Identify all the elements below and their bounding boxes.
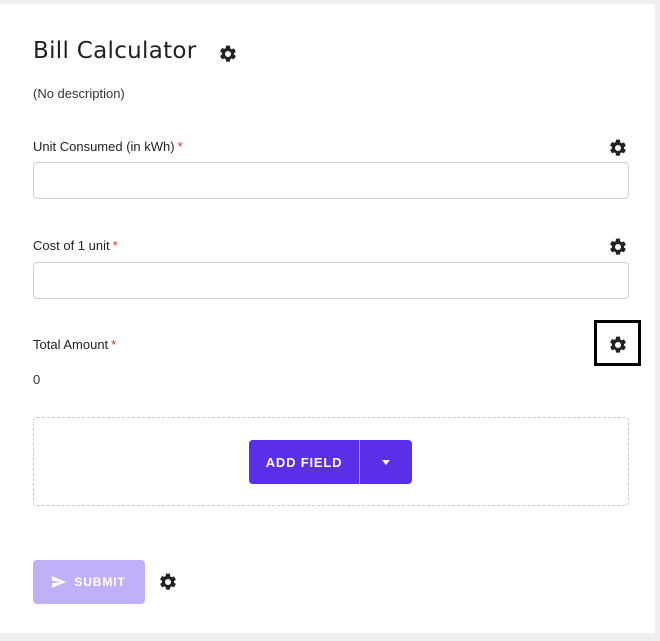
- total-amount-value: 0: [33, 372, 41, 387]
- page-title: Bill Calculator: [33, 38, 197, 64]
- cost-per-unit-input[interactable]: [33, 262, 629, 299]
- gear-icon[interactable]: [608, 335, 628, 355]
- submit-button-label: SUBMIT: [74, 575, 126, 589]
- required-asterisk: *: [177, 139, 183, 154]
- add-field-button[interactable]: ADD FIELD: [249, 440, 360, 484]
- form-description: (No description): [33, 86, 125, 101]
- form-header: Bill Calculator: [33, 38, 197, 64]
- required-asterisk: *: [112, 238, 118, 253]
- gear-icon[interactable]: [608, 237, 628, 257]
- add-field-button-group: ADD FIELD: [249, 440, 412, 484]
- unit-consumed-label-text: Unit Consumed (in kWh): [33, 139, 175, 154]
- total-amount-label-text: Total Amount: [33, 337, 109, 352]
- cost-per-unit-label-text: Cost of 1 unit: [33, 238, 110, 253]
- send-icon: [52, 576, 67, 588]
- gear-icon[interactable]: [218, 44, 238, 64]
- gear-icon[interactable]: [608, 138, 628, 158]
- chevron-down-icon: [382, 459, 390, 465]
- gear-icon[interactable]: [158, 572, 178, 592]
- submit-button[interactable]: SUBMIT: [33, 560, 145, 604]
- cost-per-unit-label: Cost of 1 unit *: [33, 238, 118, 253]
- unit-consumed-label: Unit Consumed (in kWh) *: [33, 139, 183, 154]
- add-field-dropdown-button[interactable]: [360, 440, 412, 484]
- unit-consumed-input[interactable]: [33, 162, 629, 199]
- required-asterisk: *: [111, 337, 117, 352]
- total-amount-label: Total Amount *: [33, 337, 116, 352]
